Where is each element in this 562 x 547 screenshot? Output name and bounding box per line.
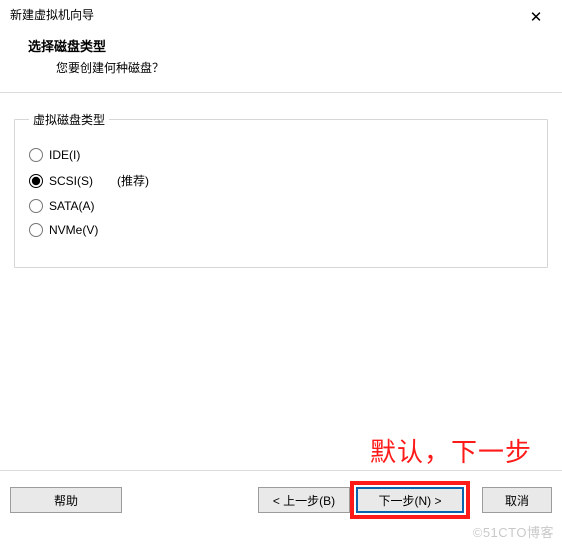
radio-scsi-hint: (推荐): [117, 172, 149, 189]
radio-nvme-label: NVMe(V): [49, 223, 98, 237]
radio-nvme[interactable]: NVMe(V): [29, 223, 533, 237]
watermark: ©51CTO博客: [473, 522, 554, 541]
radio-sata-input[interactable]: [29, 199, 43, 213]
wizard-header: 选择磁盘类型 您要创建何种磁盘？: [0, 32, 562, 93]
help-button[interactable]: 帮助: [10, 487, 122, 513]
radio-sata[interactable]: SATA(A): [29, 199, 533, 213]
next-button[interactable]: 下一步(N) >: [356, 487, 464, 513]
radio-scsi-input[interactable]: [29, 174, 43, 188]
annotation-text: 默认，下一步: [370, 432, 532, 469]
window-title: 新建虚拟机向导: [10, 6, 94, 23]
page-title: 选择磁盘类型: [28, 36, 552, 55]
radio-sata-label: SATA(A): [49, 199, 95, 213]
next-button-highlight: 下一步(N) >: [350, 481, 470, 519]
title-bar: 新建虚拟机向导 ✕: [0, 0, 562, 32]
radio-ide[interactable]: IDE(I): [29, 148, 533, 162]
close-button[interactable]: ✕: [516, 6, 556, 28]
page-subtitle: 您要创建何种磁盘？: [56, 59, 552, 76]
radio-nvme-input[interactable]: [29, 223, 43, 237]
close-icon: ✕: [530, 8, 543, 26]
disk-type-legend: 虚拟磁盘类型: [29, 111, 109, 128]
cancel-button[interactable]: 取消: [482, 487, 552, 513]
radio-ide-label: IDE(I): [49, 148, 80, 162]
back-button[interactable]: < 上一步(B): [258, 487, 350, 513]
radio-ide-input[interactable]: [29, 148, 43, 162]
wizard-content: 虚拟磁盘类型 IDE(I) SCSI(S) (推荐) SATA(A) NVMe(…: [0, 93, 562, 268]
button-bar: 帮助 < 上一步(B) 下一步(N) > 取消: [0, 470, 562, 519]
radio-scsi-label: SCSI(S): [49, 174, 93, 188]
disk-type-group: 虚拟磁盘类型 IDE(I) SCSI(S) (推荐) SATA(A) NVMe(…: [14, 111, 548, 268]
radio-scsi[interactable]: SCSI(S) (推荐): [29, 172, 533, 189]
